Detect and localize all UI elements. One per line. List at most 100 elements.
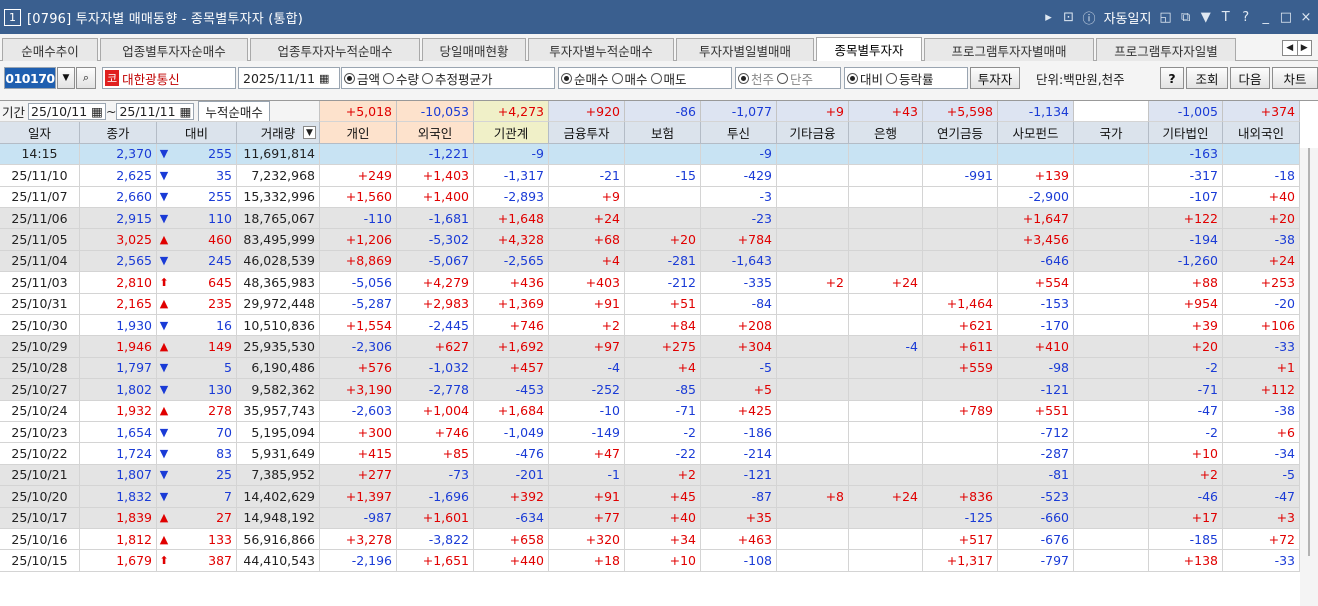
table-row[interactable]: 25/10/24 1,932 ▲ 278 35,957,743 -2,603 +1,004 +…	[0, 400, 1300, 422]
font-icon[interactable]: T	[1220, 10, 1232, 25]
tab-3[interactable]: 당일매매현황	[422, 38, 526, 61]
query-button[interactable]: 조회	[1186, 67, 1228, 89]
value-cell	[1074, 315, 1149, 337]
play-icon[interactable]: ▸	[1043, 10, 1055, 25]
table-row[interactable]: 14:15 2,370 ▼ 255 11,691,814 -1,221 -9 -9 -163	[0, 143, 1300, 166]
table-row[interactable]: 25/11/05 3,025 ▲ 460 83,495,999 +1,206 -5,302 +…	[0, 229, 1300, 251]
tab-scroll-left-icon[interactable]: ◀	[1283, 41, 1297, 55]
maximize-icon[interactable]: □	[1280, 10, 1292, 25]
down-arrow-icon: ▼	[159, 425, 169, 439]
column-header[interactable]: 일자	[0, 122, 80, 144]
pin-icon[interactable]: ▼	[1200, 10, 1212, 25]
table-row[interactable]: 25/10/31 2,165 ▲ 235 29,972,448 -5,287 +2,983 +…	[0, 293, 1300, 315]
next-button[interactable]: 다음	[1230, 67, 1270, 89]
column-header[interactable]: 기관계	[474, 122, 549, 144]
tab-1[interactable]: 업종별투자자순매수	[100, 38, 248, 61]
table-row[interactable]: 25/10/29 1,946 ▲ 149 25,935,530 -2,306 +627 +1,…	[0, 336, 1300, 358]
column-header[interactable]: 외국인	[397, 122, 474, 144]
close-icon[interactable]: ×	[1300, 10, 1312, 25]
value-cell	[849, 315, 923, 337]
value-cell	[1074, 186, 1149, 208]
table-row[interactable]: 25/10/27 1,802 ▼ 130 9,582,362 +3,190 -2,778 -4…	[0, 379, 1300, 401]
radio-label: 단주	[790, 71, 814, 87]
value-cell: -73	[397, 464, 474, 487]
calendar-icon[interactable]: ▦	[180, 104, 192, 119]
scrollbar-thumb[interactable]	[1308, 148, 1310, 556]
table-row[interactable]: 25/10/23 1,654 ▼ 70 5,195,094 +300 +746 -1,049-…	[0, 422, 1300, 444]
stock-name-field[interactable]: 코 대한광통신	[102, 67, 236, 89]
value-cell	[1074, 250, 1149, 273]
table-row[interactable]: 25/11/10 2,625 ▼ 35 7,232,968 +249 +1,403 -1,31…	[0, 165, 1300, 187]
tab-0[interactable]: 순매수추이	[2, 38, 98, 61]
table-row[interactable]: 25/10/30 1,930 ▼ 16 10,510,836 +1,554 -2,445 +7…	[0, 315, 1300, 337]
investor-button[interactable]: 투자자	[970, 67, 1020, 89]
table-row[interactable]: 25/11/04 2,565 ▼ 245 46,028,539 +8,869 -5,067-…	[0, 250, 1300, 273]
column-header[interactable]: 연기금등	[923, 122, 998, 144]
tab-scroll-right-icon[interactable]: ▶	[1296, 41, 1312, 55]
search-icon[interactable]: ⌕	[76, 67, 96, 89]
value-cell: -33	[1223, 336, 1300, 358]
help-button[interactable]: ?	[1160, 67, 1184, 89]
compare-type-radio-0[interactable]: 대비	[847, 69, 883, 88]
date-input[interactable]: 2025/11/11 ▦	[238, 67, 340, 89]
calendar-icon[interactable]: ▦	[91, 104, 103, 119]
info-icon[interactable]: ⓘ	[1083, 8, 1096, 27]
column-header[interactable]: 종가	[80, 122, 157, 144]
stock-code-dropdown-icon[interactable]: ▼	[57, 67, 75, 89]
unit-type-radio-0[interactable]: 천주	[738, 69, 774, 88]
minimize-icon[interactable]: _	[1260, 10, 1272, 25]
column-header[interactable]: 기타법인	[1149, 122, 1223, 144]
restore-icon[interactable]: ◱	[1159, 10, 1171, 25]
column-header[interactable]: 대비	[157, 122, 237, 144]
trade-type-radio-1[interactable]: 매수	[611, 69, 648, 88]
tab-7[interactable]: 프로그램투자자별매매	[924, 38, 1094, 61]
chart-button[interactable]: 차트	[1272, 67, 1318, 89]
value-cell: +20	[625, 229, 701, 251]
column-header[interactable]: 국가	[1074, 122, 1149, 144]
table-row[interactable]: 25/10/22 1,724 ▼ 83 5,931,649 +415 +85 -476 +47-…	[0, 443, 1300, 465]
amount-type-radio-2[interactable]: 추정평균가	[422, 69, 493, 88]
vertical-scrollbar[interactable]	[1300, 148, 1318, 606]
value-cell: -186	[701, 422, 777, 444]
tab-6[interactable]: 종목별투자자	[816, 37, 922, 61]
column-header[interactable]: 기타금융	[777, 122, 849, 144]
table-row[interactable]: 25/10/15 1,679 ⬆ 387 44,410,543 -2,196 +1,651 +…	[0, 550, 1300, 572]
trade-type-radio-0[interactable]: 순매수	[561, 69, 609, 88]
volume-cell: 44,410,543	[237, 550, 320, 572]
table-row[interactable]: 25/10/16 1,812 ▲ 133 56,916,866 +3,278 -3,822 +…	[0, 529, 1300, 551]
table-row[interactable]: 25/11/03 2,810 ⬆ 645 48,365,983 -5,056 +4,279 +…	[0, 272, 1300, 294]
volume-dropdown-icon[interactable]: ▼	[303, 126, 316, 140]
table-row[interactable]: 25/10/21 1,807 ▼ 25 7,385,952 +277 -73 -201 -1 +2…	[0, 464, 1300, 487]
column-header[interactable]: 투신	[701, 122, 777, 144]
radio-dot-icon	[561, 72, 572, 84]
column-header[interactable]: 금융투자	[549, 122, 625, 144]
table-row[interactable]: 25/10/17 1,839 ▲ 27 14,948,192 -987 +1,601 -634…	[0, 507, 1300, 529]
copy-icon[interactable]: ⧉	[1180, 10, 1192, 25]
tab-4[interactable]: 투자자별누적순매수	[528, 38, 674, 61]
tab-2[interactable]: 업종투자자누적순매수	[250, 38, 420, 61]
compare-type-radio-1[interactable]: 등락률	[886, 69, 934, 88]
table-row[interactable]: 25/11/07 2,660 ▼ 255 15,332,996 +1,560 +1,400-…	[0, 186, 1300, 208]
calendar-icon[interactable]: ▦	[319, 72, 329, 85]
period-to-input[interactable]: 25/11/11 ▦	[116, 102, 195, 120]
amount-type-radio-1[interactable]: 수량	[383, 69, 419, 88]
value-cell: -2	[625, 422, 701, 444]
column-header[interactable]: 사모펀드	[998, 122, 1074, 144]
screen-icon[interactable]: ⊡	[1063, 10, 1075, 25]
amount-type-radio-0[interactable]: 금액	[344, 69, 380, 88]
unit-type-radio-1[interactable]: 단주	[777, 69, 813, 88]
table-row[interactable]: 25/10/20 1,832 ▼ 7 14,402,629 +1,397 -1,696 +39…	[0, 486, 1300, 508]
auto-journal-label[interactable]: 자동일지	[1104, 8, 1152, 27]
period-from-input[interactable]: 25/10/11 ▦	[28, 102, 106, 120]
help-icon[interactable]: ?	[1240, 10, 1252, 25]
stock-code-input[interactable]: 010170	[4, 67, 56, 89]
column-header[interactable]: 개인	[320, 122, 397, 144]
column-header[interactable]: 내외국인	[1223, 122, 1300, 144]
column-header[interactable]: 보험	[625, 122, 701, 144]
trade-type-radio-2[interactable]: 매도	[650, 69, 687, 88]
tab-5[interactable]: 투자자별일별매매	[676, 38, 814, 61]
table-row[interactable]: 25/11/06 2,915 ▼ 110 18,765,067 -110 -1,681 +1,…	[0, 208, 1300, 230]
tab-8[interactable]: 프로그램투자자일별	[1096, 38, 1236, 61]
table-row[interactable]: 25/10/28 1,797 ▼ 5 6,190,486 +576 -1,032 +457 -4…	[0, 357, 1300, 380]
column-header[interactable]: 은행	[849, 122, 923, 144]
